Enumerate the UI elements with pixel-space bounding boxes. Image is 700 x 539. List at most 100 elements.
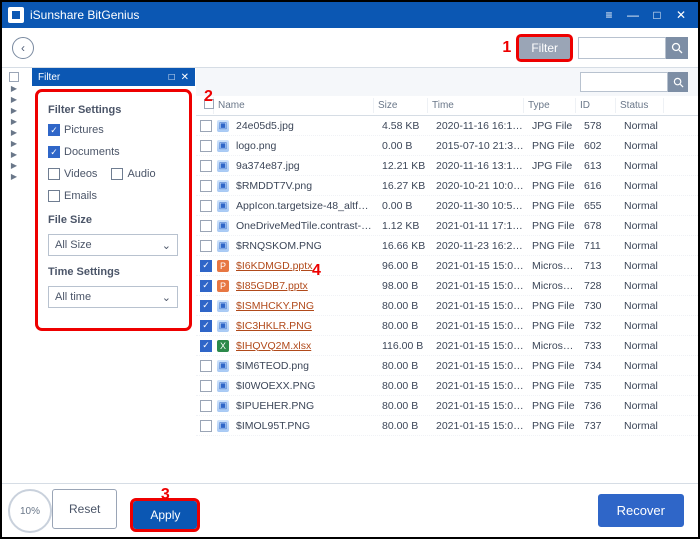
row-checkbox[interactable] (200, 340, 212, 352)
row-checkbox[interactable] (200, 180, 212, 192)
left-tree: ▶ ▶ ▶ ▶ ▶ ▶ ▶ ▶ ▶ (2, 68, 26, 483)
table-row[interactable]: ▣$I0WOEXX.PNG80.00 B2021-01-15 15:01:07P… (196, 376, 698, 396)
filter-panel-close-icon[interactable]: ✕ (181, 72, 189, 83)
table-row[interactable]: P$I85GDB7.pptx98.00 B2021-01-15 15:01:07… (196, 276, 698, 296)
row-checkbox[interactable] (200, 260, 212, 272)
tree-expand-icon[interactable]: ▶ (11, 95, 17, 104)
cell-time: 2021-01-15 15:01:07 (432, 280, 528, 292)
cell-size: 16.27 KB (378, 180, 432, 192)
filter-panel-maximize-icon[interactable]: □ (169, 72, 175, 83)
recover-button[interactable]: Recover (598, 494, 684, 527)
chk-documents[interactable]: Documents (48, 146, 120, 158)
annotation-2: 2 (204, 88, 213, 106)
menu-icon[interactable]: ≡ (598, 4, 620, 26)
col-type[interactable]: Type (524, 98, 576, 113)
table-row[interactable]: ▣24e05d5.jpg4.58 KB2020-11-16 16:15:51JP… (196, 116, 698, 136)
search-icon[interactable] (666, 37, 688, 59)
cell-type: PNG File (528, 420, 580, 432)
search-input[interactable] (578, 37, 666, 59)
row-checkbox[interactable] (200, 300, 212, 312)
cell-type: JPG File (528, 160, 580, 172)
col-status[interactable]: Status (616, 98, 664, 113)
table-row[interactable]: ▣9a374e87.jpg12.21 KB2020-11-16 13:13:00… (196, 156, 698, 176)
table-row[interactable]: X$IHQVQ2M.xlsx116.00 B2021-01-15 15:01:0… (196, 336, 698, 356)
row-checkbox[interactable] (200, 400, 212, 412)
row-checkbox[interactable] (200, 240, 212, 252)
chk-emails[interactable]: Emails (48, 190, 97, 202)
table-header: Name Size Time Type ID Status (196, 96, 698, 116)
row-checkbox[interactable] (200, 360, 212, 372)
row-checkbox[interactable] (200, 280, 212, 292)
cell-type: PNG File (528, 180, 580, 192)
file-type-icon: ▣ (217, 400, 229, 412)
tree-expand-icon[interactable]: ▶ (11, 106, 17, 115)
file-size-select[interactable]: All Size ⌄ (48, 234, 178, 256)
search-icon[interactable] (668, 72, 688, 92)
tree-checkbox[interactable] (9, 72, 19, 82)
row-checkbox[interactable] (200, 160, 212, 172)
cell-name: OneDriveMedTile.contrast-black_scale-1 (232, 220, 378, 232)
file-type-icon: ▣ (217, 220, 229, 232)
table-row[interactable]: ▣$RMDDT7V.png16.27 KB2020-10-21 10:07:34… (196, 176, 698, 196)
cell-time: 2015-07-10 21:30:42 (432, 140, 528, 152)
row-checkbox[interactable] (200, 220, 212, 232)
col-size[interactable]: Size (374, 98, 428, 113)
row-checkbox[interactable] (200, 200, 212, 212)
minimize-icon[interactable]: ― (622, 4, 644, 26)
table-row[interactable]: ▣$IMOL95T.PNG80.00 B2021-01-15 15:01:07P… (196, 416, 698, 436)
row-checkbox[interactable] (200, 380, 212, 392)
close-icon[interactable]: ✕ (670, 4, 692, 26)
annotation-1: 1 (502, 39, 511, 57)
apply-button[interactable]: Apply (133, 501, 197, 529)
table-row[interactable]: ▣$IC3HKLR.PNG80.00 B2021-01-15 15:01:07P… (196, 316, 698, 336)
table-row[interactable]: ▣$IPUEHER.PNG80.00 B2021-01-15 15:01:07P… (196, 396, 698, 416)
col-time[interactable]: Time (428, 98, 524, 113)
chk-audio-label: Audio (127, 168, 155, 180)
cell-id: 735 (580, 380, 620, 392)
col-id[interactable]: ID (576, 98, 616, 113)
chk-videos[interactable]: Videos (48, 168, 97, 180)
cell-time: 2021-01-15 15:01:07 (432, 300, 528, 312)
row-checkbox[interactable] (200, 140, 212, 152)
tree-expand-icon[interactable]: ▶ (11, 161, 17, 170)
tree-expand-icon[interactable]: ▶ (11, 128, 17, 137)
back-button[interactable]: ‹ (12, 37, 34, 59)
tree-expand-icon[interactable]: ▶ (11, 172, 17, 181)
maximize-icon[interactable]: □ (646, 4, 668, 26)
cell-id: 678 (580, 220, 620, 232)
tree-expand-icon[interactable]: ▶ (11, 139, 17, 148)
cell-type: PNG File (528, 300, 580, 312)
reset-button[interactable]: Reset (52, 489, 117, 529)
chevron-down-icon: ⌄ (162, 291, 171, 304)
cell-id: 602 (580, 140, 620, 152)
table-row[interactable]: ▣AppIcon.targetsize-48_altform-lightunp0… (196, 196, 698, 216)
time-select[interactable]: All time ⌄ (48, 286, 178, 308)
table-row[interactable]: ▣$RNQSKOM.PNG16.66 KB2020-11-23 16:25:33… (196, 236, 698, 256)
cell-id: 733 (580, 340, 620, 352)
cell-time: 2021-01-15 15:01:07 (432, 320, 528, 332)
chk-pictures[interactable]: Pictures (48, 124, 104, 136)
filter-button[interactable]: Filter (519, 37, 570, 59)
table-row[interactable]: P$I6KDMGD.pptx96.00 B2021-01-15 15:01:07… (196, 256, 698, 276)
tree-expand-icon[interactable]: ▶ (11, 150, 17, 159)
row-checkbox[interactable] (200, 120, 212, 132)
cell-id: 736 (580, 400, 620, 412)
table-row[interactable]: ▣OneDriveMedTile.contrast-black_scale-11… (196, 216, 698, 236)
file-type-icon: ▣ (217, 380, 229, 392)
row-checkbox[interactable] (200, 320, 212, 332)
row-checkbox[interactable] (200, 420, 212, 432)
table-row[interactable]: ▣$IM6TEOD.png80.00 B2021-01-15 15:01:07P… (196, 356, 698, 376)
table-row[interactable]: ▣$ISMHCKY.PNG80.00 B2021-01-15 15:01:07P… (196, 296, 698, 316)
cell-name: $RMDDT7V.png (232, 180, 378, 192)
panel-search (196, 68, 698, 96)
col-name[interactable]: Name (214, 98, 374, 113)
panel-search-input[interactable] (580, 72, 668, 92)
cell-name: AppIcon.targetsize-48_altform-lightunp (232, 200, 378, 212)
chk-audio[interactable]: Audio (111, 168, 155, 180)
table-row[interactable]: ▣logo.png0.00 B2015-07-10 21:30:42PNG Fi… (196, 136, 698, 156)
cell-status: Normal (620, 400, 668, 412)
app-title: iSunshare BitGenius (30, 8, 139, 22)
file-size-title: File Size (48, 214, 179, 226)
tree-expand-icon[interactable]: ▶ (11, 117, 17, 126)
tree-expand-icon[interactable]: ▶ (11, 84, 17, 93)
